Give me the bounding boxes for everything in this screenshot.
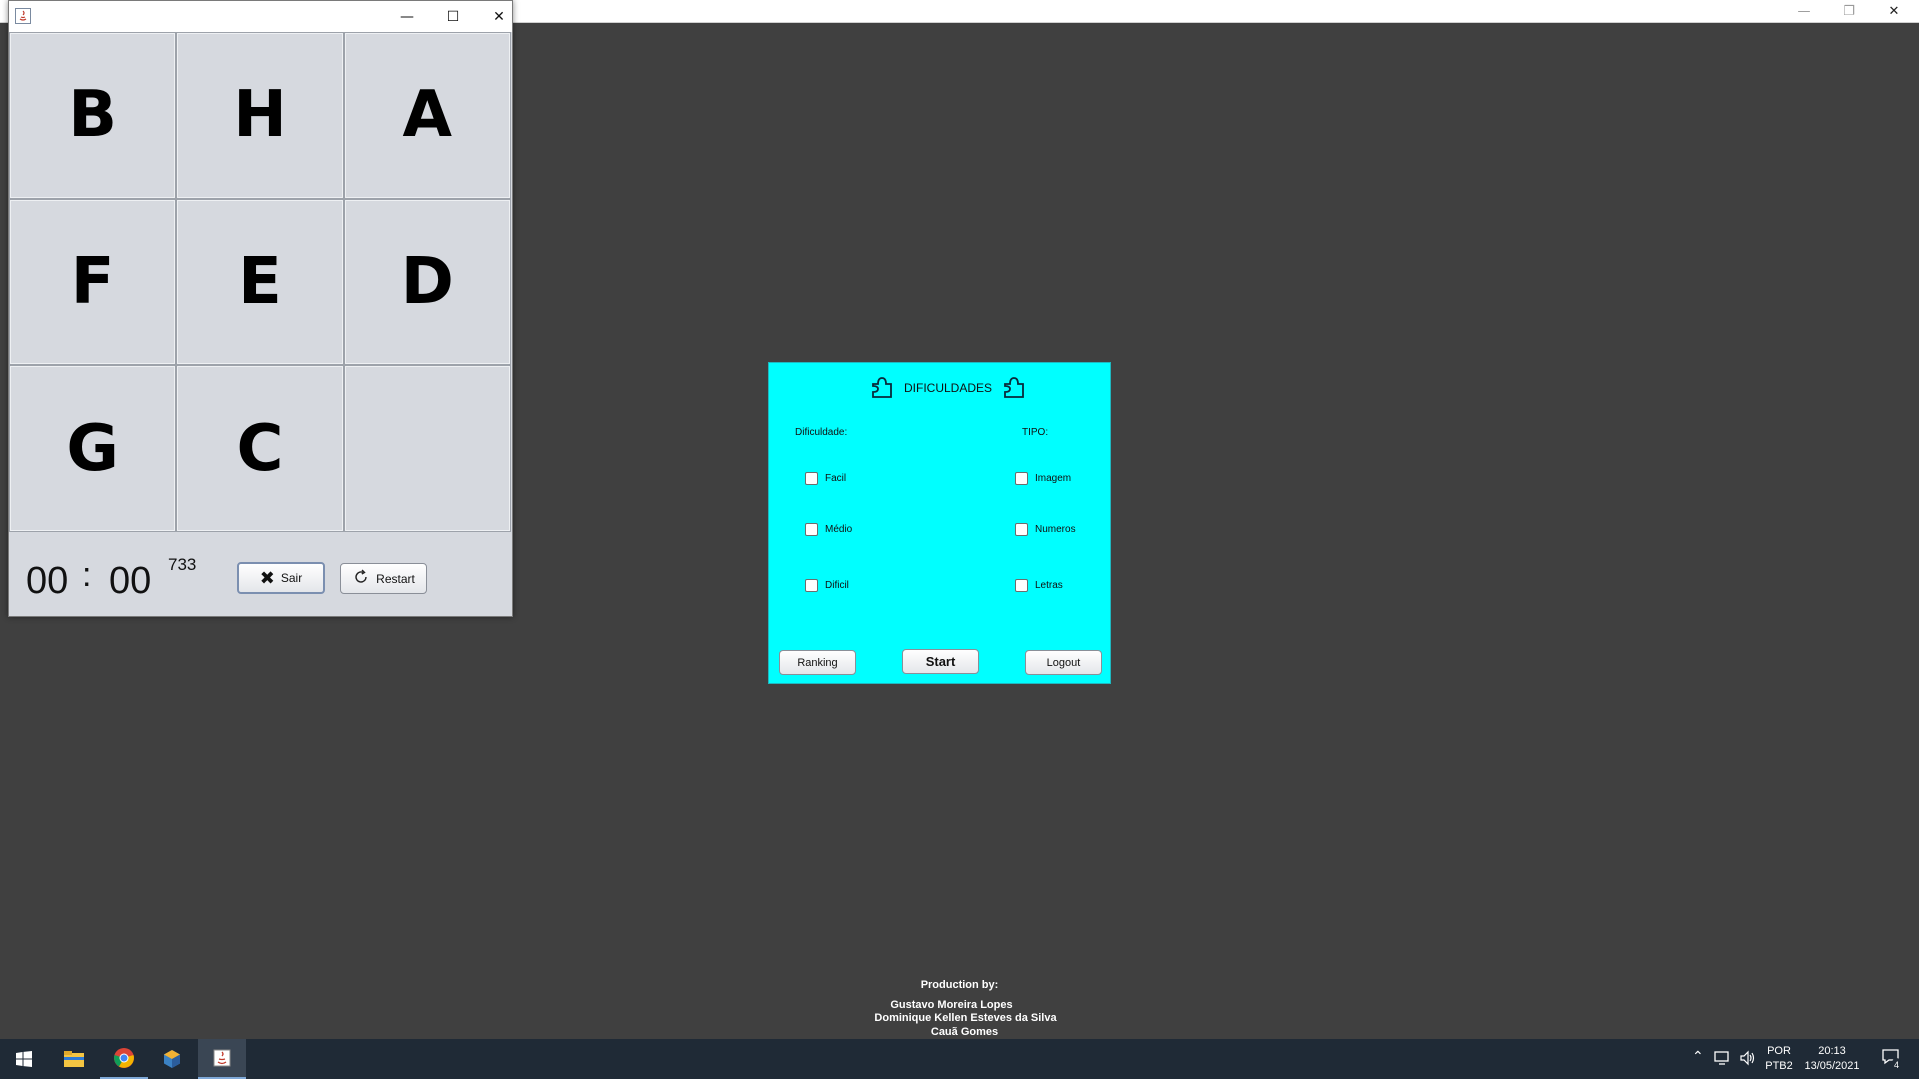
- numeros-label: Numeros: [1035, 524, 1076, 535]
- difficulty-panel: DIFICULDADES Dificuldade: TIPO: Facil Mé…: [768, 362, 1111, 684]
- dificil-label: Dificil: [825, 580, 849, 591]
- puzzle-tile[interactable]: H: [177, 33, 343, 198]
- puzzle-tile[interactable]: E: [177, 199, 343, 365]
- puzzle-tile[interactable]: C: [177, 366, 343, 531]
- imagem-checkbox[interactable]: [1015, 472, 1028, 485]
- facil-checkbox[interactable]: [805, 472, 818, 485]
- network-icon[interactable]: [1714, 1049, 1732, 1070]
- restart-button[interactable]: Restart: [340, 563, 427, 594]
- puzzle-tile[interactable]: F: [10, 199, 176, 365]
- timer-minutes: 00: [26, 560, 69, 602]
- clock-time: 20:13: [1818, 1045, 1846, 1057]
- restart-button-label: Restart: [376, 571, 415, 586]
- exit-button-label: Sair: [280, 571, 303, 585]
- volume-icon[interactable]: [1739, 1050, 1757, 1071]
- language-indicator[interactable]: POR PTB2: [1762, 1044, 1796, 1074]
- windows-start-icon[interactable]: [0, 1039, 48, 1079]
- puzzle-grid: B H A F E D G C: [9, 32, 511, 532]
- timer-separator: :: [82, 556, 92, 594]
- bg-close-button[interactable]: ✕: [1871, 0, 1917, 22]
- facil-label: Facil: [825, 473, 847, 484]
- timer-seconds: 00: [109, 560, 152, 602]
- file-explorer-icon[interactable]: [50, 1039, 98, 1079]
- java-taskbar-icon[interactable]: [198, 1039, 246, 1079]
- puzzle-tile[interactable]: A: [344, 33, 510, 198]
- logout-button[interactable]: Logout: [1025, 650, 1102, 675]
- minimize-button[interactable]: —: [384, 1, 430, 32]
- medio-checkbox[interactable]: [805, 523, 818, 536]
- credits-heading: Production by:: [920, 979, 999, 991]
- notification-count: 4: [1892, 1058, 1902, 1073]
- letras-checkbox[interactable]: [1015, 579, 1028, 592]
- ranking-button[interactable]: Ranking: [779, 650, 856, 675]
- numeros-checkbox[interactable]: [1015, 523, 1028, 536]
- close-x-icon: ✖: [259, 567, 275, 589]
- puzzle-tile[interactable]: B: [10, 33, 176, 198]
- dificil-checkbox[interactable]: [805, 579, 818, 592]
- difficulty-heading: Dificuldade:: [795, 427, 848, 438]
- type-heading: TIPO:: [1022, 427, 1049, 438]
- puzzle-window-titlebar: — ☐ ✕: [9, 1, 512, 32]
- empty-tile[interactable]: [344, 366, 510, 531]
- exit-button[interactable]: ✖ Sair: [237, 562, 325, 594]
- clock-date: 13/05/2021: [1804, 1060, 1860, 1072]
- puzzle-piece-icon: [872, 377, 892, 398]
- move-counter: 733: [168, 555, 197, 574]
- chrome-icon[interactable]: [100, 1039, 148, 1079]
- notification-center-icon[interactable]: 4: [1878, 1048, 1904, 1073]
- medio-label: Médio: [825, 524, 853, 535]
- puzzle-piece-icon: [1004, 377, 1024, 398]
- puzzle-window: — ☐ ✕ B H A F E D G C 00 : 00 733 ✖ Sair…: [8, 0, 513, 617]
- tray-chevron-icon[interactable]: ⌃: [1692, 1049, 1704, 1064]
- language-code: POR: [1767, 1045, 1791, 1057]
- close-button[interactable]: ✕: [476, 1, 522, 32]
- puzzle-tile[interactable]: D: [344, 199, 510, 365]
- letras-label: Letras: [1035, 580, 1063, 591]
- start-button[interactable]: Start: [902, 649, 979, 674]
- credit-name: Dominique Kellen Esteves da Silva: [874, 1012, 1057, 1024]
- credit-name: Cauã Gomes: [930, 1026, 999, 1038]
- credit-name: Gustavo Moreira Lopes: [890, 999, 1013, 1011]
- maximize-button[interactable]: ☐: [430, 1, 476, 32]
- clock[interactable]: 20:13 13/05/2021: [1800, 1044, 1864, 1074]
- imagem-label: Imagem: [1035, 473, 1072, 484]
- java-icon: [15, 8, 31, 24]
- app-cube-icon[interactable]: [148, 1039, 196, 1079]
- keyboard-layout: PTB2: [1765, 1060, 1793, 1072]
- puzzle-tile[interactable]: G: [10, 366, 176, 531]
- bg-minimize-button[interactable]: —: [1781, 0, 1827, 22]
- dialog-title: DIFICULDADES: [904, 381, 993, 395]
- taskbar: ⌃ POR PTB2 20:13 13/05/2021 4: [0, 1039, 1919, 1079]
- bg-restore-button[interactable]: ❐: [1826, 0, 1872, 22]
- timer-area: 00 : 00 733 ✖ Sair Restart: [9, 532, 511, 618]
- restart-icon: [352, 568, 370, 589]
